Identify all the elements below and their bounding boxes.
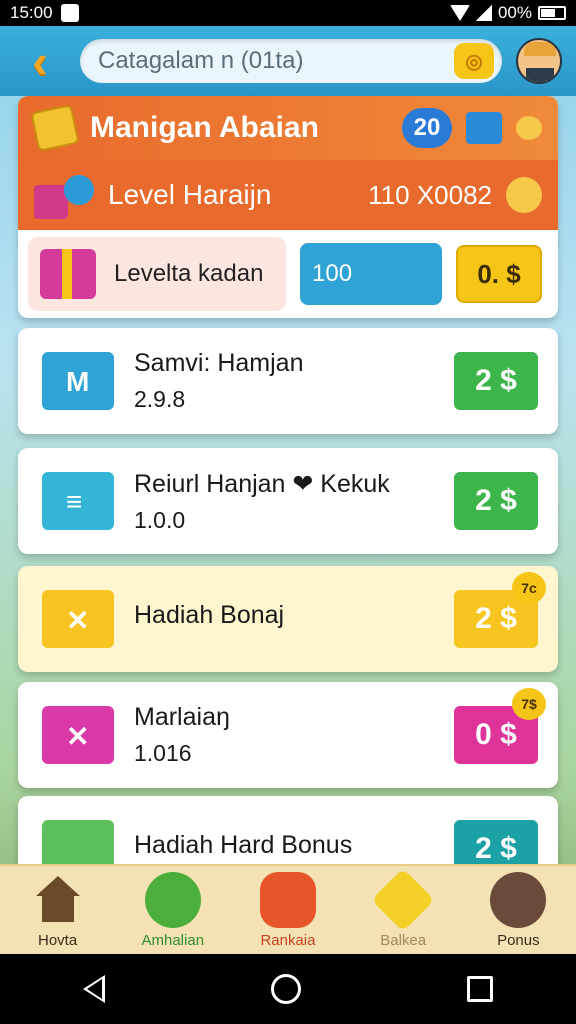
level-code: 110 X0082 xyxy=(368,179,492,210)
shop-item[interactable]: M Samvi: Hamjan 2.9.8 2 $ xyxy=(18,328,558,434)
bottom-nav: Hovta Amhalian Rankaia Balkea Ponus xyxy=(0,864,576,954)
coin-icon xyxy=(516,116,542,140)
back-triangle-icon[interactable] xyxy=(83,975,105,1003)
promo-title: Manigan Abaian xyxy=(90,111,319,144)
blue-box-icon xyxy=(466,112,502,144)
level-item[interactable]: Levelta kadan xyxy=(28,237,286,311)
price-button[interactable]: 0 $ 7$ xyxy=(454,688,546,764)
flower-icon xyxy=(144,871,201,928)
pink-box-icon: ✕ xyxy=(42,706,114,764)
home-icon xyxy=(30,872,86,928)
nav-balkea[interactable]: Balkea xyxy=(353,867,453,949)
search-bar[interactable]: Catagalam n (01ta) ◎ xyxy=(80,39,502,83)
nav-label: Amhalian xyxy=(141,931,205,949)
item-title: Marlaiaŋ xyxy=(134,703,230,731)
status-bar: 15:00 00% xyxy=(0,0,576,26)
nav-rankaia[interactable]: Rankaia xyxy=(238,871,338,949)
yellow-box-icon: ✕ xyxy=(42,590,114,648)
shop-list[interactable]: Manigan Abaian 20 Level Haraijn 110 X008… xyxy=(0,96,576,864)
coin-icon[interactable]: ◎ xyxy=(454,43,494,79)
price-button[interactable]: 2 $ xyxy=(454,352,538,410)
battery-percent: 00% xyxy=(497,3,532,22)
item-title: Hadiah Bonaj xyxy=(134,600,285,629)
shop-item[interactable]: ✕ Marlaiaŋ 1.016 0 $ 7$ xyxy=(18,682,558,788)
level-item-label: Levelta kadan xyxy=(114,260,264,287)
shop-item[interactable]: ≡ Reiurl Hanjan ❤ Kekuk 1.0.0 2 $ xyxy=(18,448,558,554)
gift-icon xyxy=(40,249,96,299)
nav-label: Hovta xyxy=(38,931,78,949)
back-button[interactable]: ‹ xyxy=(14,35,66,87)
price-tag-icon: 7$ xyxy=(512,688,546,720)
gold-bar-icon xyxy=(30,104,80,152)
shop-item[interactable]: Hadiah Hard Bonus 2 $ xyxy=(18,796,558,864)
diamond-icon xyxy=(371,867,435,932)
battery-icon xyxy=(538,6,566,20)
smile-coin-icon xyxy=(506,177,542,213)
item-subtitle: 1.0.0 xyxy=(134,506,186,533)
price-button[interactable]: 2 $ xyxy=(454,820,538,864)
level-value-field[interactable]: 100 xyxy=(300,243,442,305)
level-offer-row: Levelta kadan 100 0. $ xyxy=(18,230,558,318)
nav-amhalian[interactable]: Amhalian xyxy=(123,871,223,949)
nav-label: Ponus xyxy=(497,931,540,949)
level-banner: Level Haraijn 110 X0082 xyxy=(18,160,558,230)
wifi-icon xyxy=(449,5,470,21)
chevron-left-icon: ‹ xyxy=(32,35,48,87)
shop-item[interactable]: ✕ Hadiah Bonaj 2 $ 7c xyxy=(18,566,558,672)
price-tag-icon: 7c xyxy=(512,572,546,604)
item-title: Reiurl Hanjan ❤ Kekuk xyxy=(134,469,390,498)
price-label: 0 $ xyxy=(475,718,517,751)
nav-label: Balkea xyxy=(380,931,427,949)
status-time: 15:00 xyxy=(10,3,53,22)
item-subtitle: 1.016 xyxy=(134,740,192,766)
notification-icon xyxy=(60,4,79,22)
signal-icon xyxy=(475,5,492,21)
teal-chest-icon: ≡ xyxy=(42,472,114,530)
cat-icon xyxy=(259,871,316,928)
item-title: Hadiah Hard Bonus xyxy=(134,830,353,859)
price-label: 2 $ xyxy=(475,602,517,635)
blue-chest-icon: M xyxy=(42,352,114,410)
avatar[interactable] xyxy=(516,38,562,84)
app-header: ‹ Catagalam n (01ta) ◎ xyxy=(0,26,576,96)
nav-ponus[interactable]: Ponus xyxy=(468,871,568,949)
item-subtitle: 2.9.8 xyxy=(134,386,186,412)
nav-label: Rankaia xyxy=(260,931,316,949)
system-nav-bar xyxy=(0,954,576,1024)
promo-banner: Manigan Abaian 20 xyxy=(18,96,558,160)
price-button[interactable]: 2 $ xyxy=(454,472,538,530)
item-title: Samvi: Hamjan xyxy=(134,349,304,377)
level-title: Level Haraijn xyxy=(108,179,272,210)
promo-card: Manigan Abaian 20 Level Haraijn 110 X008… xyxy=(18,96,558,318)
promo-badge: 20 xyxy=(402,108,452,148)
gifts-icon xyxy=(34,171,94,219)
price-button[interactable]: 2 $ 7c xyxy=(454,572,546,648)
search-text: Catagalam n (01ta) xyxy=(98,47,304,74)
recents-square-icon[interactable] xyxy=(467,976,493,1002)
nav-home[interactable]: Hovta xyxy=(8,872,108,949)
home-circle-icon[interactable] xyxy=(271,974,301,1004)
level-price-button[interactable]: 0. $ xyxy=(456,245,542,303)
heart-icon xyxy=(490,871,547,928)
gift-box-icon xyxy=(42,820,114,864)
